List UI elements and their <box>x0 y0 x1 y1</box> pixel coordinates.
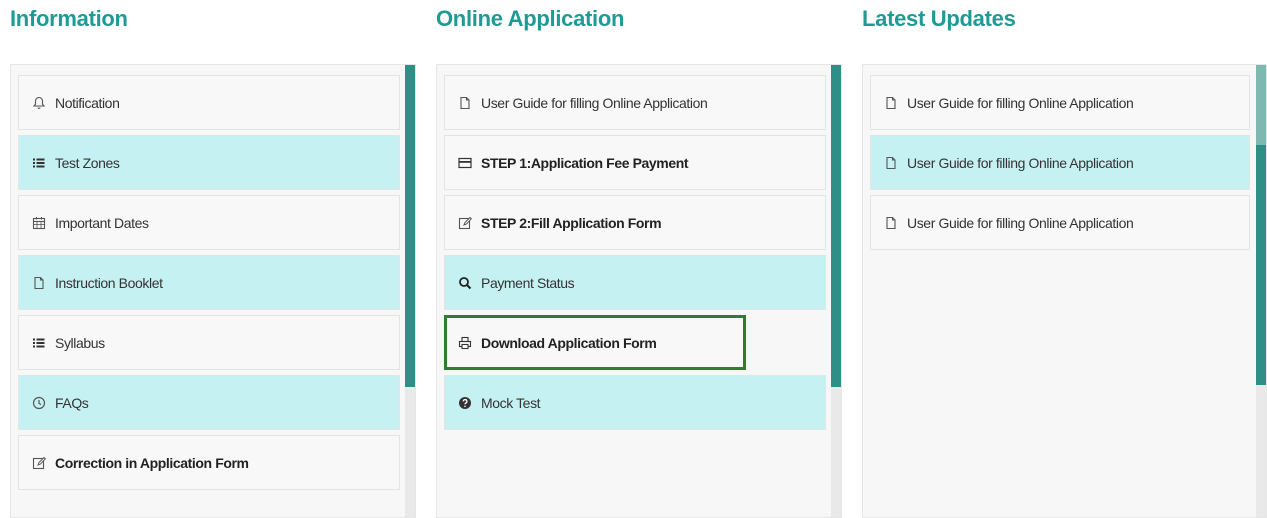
scrollbar-thumb[interactable] <box>405 65 415 387</box>
app-item-step1-fee-payment[interactable]: STEP 1:Application Fee Payment <box>444 135 826 190</box>
search-icon <box>457 275 473 291</box>
item-label: Notification <box>55 94 120 111</box>
item-label: Mock Test <box>481 394 541 411</box>
info-item-faqs[interactable]: FAQs <box>18 375 400 430</box>
clock-icon <box>31 395 47 411</box>
item-label: Instruction Booklet <box>55 274 163 291</box>
item-label: User Guide for filling Online Applicatio… <box>481 94 708 111</box>
file-icon <box>883 215 899 231</box>
scrollbar-thumb[interactable] <box>831 65 841 387</box>
item-label: Download Application Form <box>481 334 657 351</box>
bell-icon <box>31 95 47 111</box>
file-icon <box>883 155 899 171</box>
item-label: Syllabus <box>55 334 105 351</box>
app-item-user-guide[interactable]: User Guide for filling Online Applicatio… <box>444 75 826 130</box>
item-label: STEP 1:Application Fee Payment <box>481 154 689 171</box>
update-item-user-guide-2[interactable]: User Guide for filling Online Applicatio… <box>870 135 1250 190</box>
item-label: User Guide for filling Online Applicatio… <box>907 154 1134 171</box>
scrollbar-thumb[interactable] <box>1256 145 1266 385</box>
info-item-syllabus[interactable]: Syllabus <box>18 315 400 370</box>
credit-card-icon <box>457 155 473 171</box>
app-item-step2-fill-form[interactable]: STEP 2:Fill Application Form <box>444 195 826 250</box>
latest-updates-title: Latest Updates <box>862 6 1016 31</box>
print-icon <box>457 335 473 351</box>
app-item-download-form[interactable]: Download Application Form <box>444 315 746 370</box>
file-icon <box>457 95 473 111</box>
scrollbar-thumb-top[interactable] <box>1256 65 1266 145</box>
file-icon <box>31 275 47 291</box>
information-scrollbar[interactable] <box>405 65 415 517</box>
online-application-scrollbar[interactable] <box>831 65 841 517</box>
edit-icon <box>457 215 473 231</box>
app-item-mock-test[interactable]: Mock Test <box>444 375 826 430</box>
list-icon <box>31 335 47 351</box>
info-item-correction[interactable]: Correction in Application Form <box>18 435 400 490</box>
info-item-important-dates[interactable]: Important Dates <box>18 195 400 250</box>
information-title: Information <box>10 6 128 31</box>
calendar-icon <box>31 215 47 231</box>
question-circle-icon <box>457 395 473 411</box>
update-item-user-guide-1[interactable]: User Guide for filling Online Applicatio… <box>870 75 1250 130</box>
information-panel: Notification Test Zones Important Dates … <box>10 64 416 518</box>
item-label: Payment Status <box>481 274 575 291</box>
info-item-test-zones[interactable]: Test Zones <box>18 135 400 190</box>
item-label: FAQs <box>55 394 89 411</box>
info-item-instruction-booklet[interactable]: Instruction Booklet <box>18 255 400 310</box>
info-item-notification[interactable]: Notification <box>18 75 400 130</box>
edit-icon <box>31 455 47 471</box>
latest-updates-panel: User Guide for filling Online Applicatio… <box>862 64 1267 518</box>
item-label: Important Dates <box>55 214 149 231</box>
file-icon <box>883 95 899 111</box>
app-item-payment-status[interactable]: Payment Status <box>444 255 826 310</box>
list-icon <box>31 155 47 171</box>
item-label: Correction in Application Form <box>55 454 249 471</box>
online-application-panel: User Guide for filling Online Applicatio… <box>436 64 842 518</box>
online-application-title: Online Application <box>436 6 625 31</box>
update-item-user-guide-3[interactable]: User Guide for filling Online Applicatio… <box>870 195 1250 250</box>
item-label: User Guide for filling Online Applicatio… <box>907 214 1134 231</box>
item-label: STEP 2:Fill Application Form <box>481 214 662 231</box>
item-label: User Guide for filling Online Applicatio… <box>907 94 1134 111</box>
latest-updates-scrollbar[interactable] <box>1256 65 1266 517</box>
item-label: Test Zones <box>55 154 120 171</box>
